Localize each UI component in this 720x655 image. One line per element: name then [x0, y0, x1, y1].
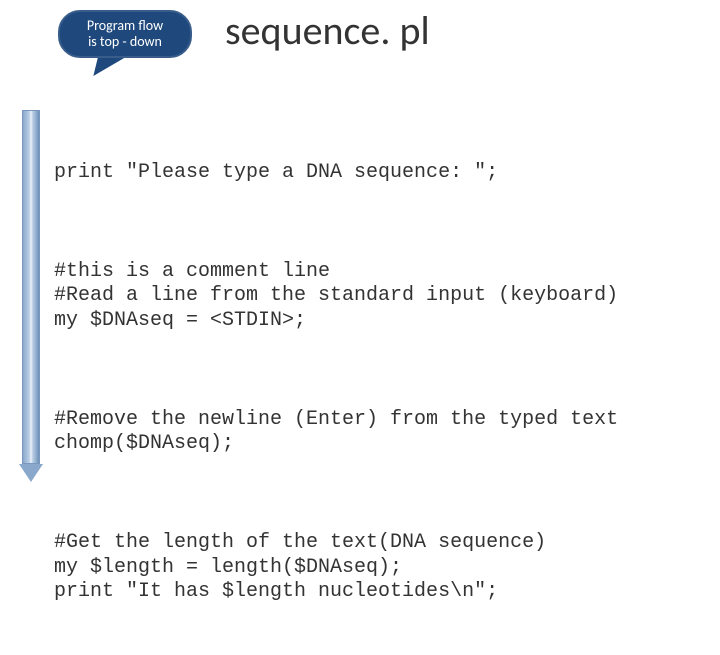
callout-bubble: Program flow is top - down: [58, 10, 192, 58]
arrow-head-icon: [19, 464, 43, 482]
page-title: sequence. pl: [225, 6, 430, 55]
callout-line1: Program flow: [87, 17, 163, 34]
callout-text: Program flow is top - down: [87, 18, 163, 50]
code-line-2: #this is a comment line #Read a line fro…: [54, 260, 618, 333]
code-line-4: #Get the length of the text(DNA sequence…: [54, 531, 618, 604]
code-line-1: print "Please type a DNA sequence: ";: [54, 161, 618, 185]
code-block: print "Please type a DNA sequence: "; #t…: [54, 112, 618, 655]
flow-arrow: [22, 110, 40, 480]
code-line-3: #Remove the newline (Enter) from the typ…: [54, 408, 618, 457]
callout-line2: is top - down: [88, 33, 162, 50]
arrow-body: [22, 110, 40, 464]
